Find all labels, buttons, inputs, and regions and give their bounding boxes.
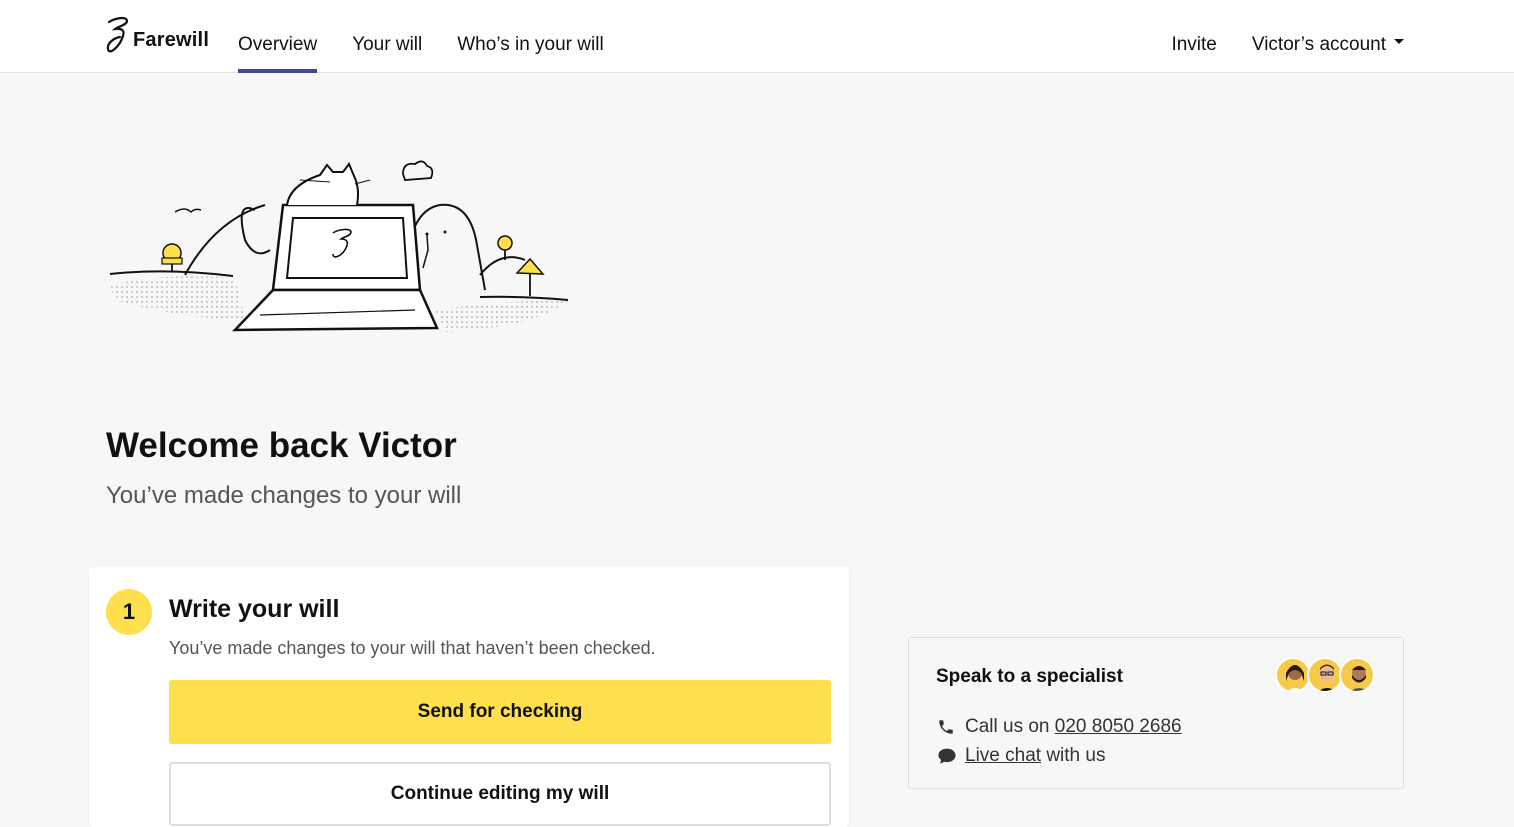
- call-prefix-text: Call us on: [965, 716, 1055, 737]
- caret-down-icon: [1394, 39, 1404, 45]
- nav-your-will[interactable]: Your will: [352, 0, 422, 73]
- laptop-cat-illustration: [109, 160, 570, 332]
- step-number-badge: 1: [106, 589, 152, 635]
- account-menu[interactable]: Victor’s account: [1252, 0, 1404, 73]
- avatar: [1275, 657, 1311, 693]
- continue-editing-button[interactable]: Continue editing my will: [169, 762, 831, 826]
- logo-wordmark: Farewill: [133, 28, 210, 51]
- invite-link[interactable]: Invite: [1171, 0, 1216, 73]
- top-navigation-bar: Farewill Overview Your will Who’s in you…: [0, 0, 1514, 73]
- live-chat-link[interactable]: Live chat: [965, 745, 1041, 767]
- specialist-avatars: [1275, 657, 1375, 693]
- account-label: Victor’s account: [1251, 34, 1386, 55]
- chat-suffix-text: with us: [1041, 745, 1106, 766]
- chat-bubble-icon: [937, 747, 959, 765]
- farewill-logo-icon: [106, 16, 129, 53]
- step-title: Write your will: [169, 595, 340, 623]
- phone-number-link[interactable]: 020 8050 2686: [1055, 716, 1182, 738]
- live-chat-line: Live chat with us: [937, 745, 1105, 767]
- step-card-write-will: 1 Write your will You’ve made changes to…: [89, 567, 849, 827]
- welcome-subtitle: You’ve made changes to your will: [106, 482, 462, 509]
- specialist-title: Speak to a specialist: [936, 666, 1123, 687]
- phone-icon: [937, 718, 959, 736]
- send-for-checking-button[interactable]: Send for checking: [169, 680, 831, 744]
- welcome-heading: Welcome back Victor: [106, 426, 457, 465]
- nav-whos-in-your-will[interactable]: Who’s in your will: [457, 0, 603, 73]
- nav-overview[interactable]: Overview: [238, 0, 318, 73]
- account-nav: Invite Victor’s account: [1136, 0, 1404, 73]
- avatar: [1339, 657, 1375, 693]
- farewill-logo[interactable]: Farewill: [105, 16, 209, 58]
- main-nav: Overview Your will Who’s in your will: [238, 0, 639, 73]
- call-us-line: Call us on 020 8050 2686: [937, 716, 1182, 738]
- avatar: [1307, 657, 1343, 693]
- step-description: You’ve made changes to your will that ha…: [169, 638, 656, 658]
- speak-to-specialist-panel: Speak to a specialist Call us on 020 805…: [908, 637, 1404, 789]
